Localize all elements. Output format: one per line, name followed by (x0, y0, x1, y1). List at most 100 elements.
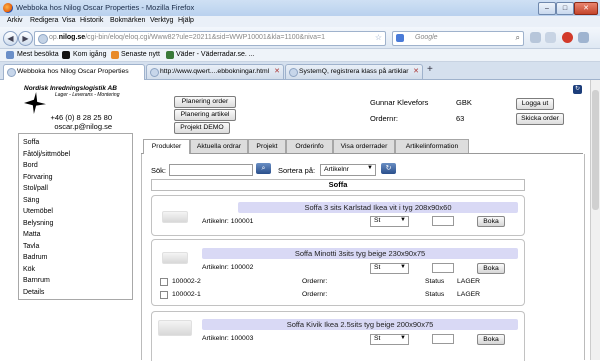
book-button[interactable]: Boka (477, 216, 505, 227)
chevron-down-icon: ▼ (400, 335, 406, 341)
category-item[interactable]: Bord (23, 162, 38, 169)
item-id: 100002-2 (172, 278, 201, 285)
sort-label: Sortera på: (278, 166, 316, 175)
category-item[interactable]: Utemöbel (23, 208, 53, 215)
item-checkbox[interactable] (160, 278, 168, 286)
quantity-input[interactable] (432, 216, 454, 226)
scrollbar-thumb[interactable] (592, 90, 599, 210)
page-scrollbar[interactable] (590, 80, 600, 360)
chevron-down-icon: ▼ (400, 264, 406, 270)
unit-select[interactable]: St ▼ (370, 216, 409, 227)
category-item[interactable]: Badrum (23, 254, 48, 261)
minimize-button[interactable]: – (538, 2, 556, 15)
menu-historik[interactable]: Historik (80, 17, 103, 24)
tab-label: http://www.qwert....ebbokningar.html (160, 68, 270, 75)
addon-icon[interactable] (562, 32, 573, 43)
project-demo-button[interactable]: Projekt DEMO (174, 122, 230, 134)
search-label: Sök: (151, 166, 167, 175)
user-code: GBK (456, 98, 472, 107)
sort-select[interactable]: Artikelnr ▼ (320, 164, 376, 176)
unit-select[interactable]: St ▼ (370, 334, 409, 345)
menu-hjalp[interactable]: Hjälp (178, 17, 194, 24)
menu-verktyg[interactable]: Verktyg (150, 17, 173, 24)
category-item[interactable]: Förvaring (23, 174, 53, 181)
category-item[interactable]: Säng (23, 197, 39, 204)
product-search-input[interactable] (169, 164, 253, 176)
search-icon[interactable]: ⌕ (516, 33, 520, 43)
unit-select[interactable]: St ▼ (370, 263, 409, 274)
contact-info: +46 (0) 8 28 25 80 oscar.p@nilog.se (48, 113, 112, 131)
chevron-down-icon: ▼ (367, 165, 373, 171)
planning-article-button[interactable]: Planering artikel (174, 109, 236, 121)
product-image[interactable] (158, 320, 192, 336)
close-window-button[interactable]: ✕ (574, 2, 598, 15)
tab-visa-orderrader[interactable]: Visa orderrader (333, 139, 395, 153)
category-item[interactable]: Matta (23, 231, 41, 238)
item-order-label: Ordernr: (302, 278, 328, 285)
browser-tab[interactable]: Webboka hos Nilog Oscar Properties (3, 64, 145, 80)
bookmark-get-started[interactable]: Kom igång (73, 51, 106, 58)
category-item[interactable]: Belysning (23, 220, 53, 227)
menu-bokmarken[interactable]: Bokmärken (110, 17, 145, 24)
download-icon[interactable] (545, 32, 556, 43)
article-number: Artikelnr: 100001 (202, 218, 254, 225)
product-title[interactable]: Soffa Minotti 3sits tyg beige 230x90x75 (202, 248, 518, 259)
menu-visa[interactable]: Visa (62, 17, 76, 24)
search-icon[interactable]: ⌕ (256, 163, 271, 174)
company-name: Nordisk Inredningslogistik AB (24, 85, 117, 92)
category-item[interactable]: Kök (23, 266, 35, 273)
category-item[interactable]: Stol/pall (23, 185, 48, 192)
refresh-icon[interactable]: ↻ (381, 163, 396, 174)
chevron-down-icon: ▼ (400, 217, 406, 223)
google-icon (396, 34, 404, 42)
bookmark-icon (166, 51, 174, 59)
tab-artikelinformation[interactable]: Artikelinformation (395, 139, 469, 153)
bookmark-most-visited[interactable]: Mest besökta (17, 51, 59, 58)
browser-tab[interactable]: SystemQ, registrera klass på artiklar i … (285, 64, 423, 79)
maximize-button[interactable]: □ (556, 2, 574, 15)
item-checkbox[interactable] (160, 291, 168, 299)
category-item[interactable]: Barnrum (23, 277, 50, 284)
tab-label: SystemQ, registrera klass på artiklar i … (299, 68, 410, 75)
bookmark-latest-news[interactable]: Senaste nytt (121, 51, 160, 58)
send-order-button[interactable]: Skicka order (516, 113, 564, 125)
category-item[interactable]: Details (23, 289, 44, 296)
bookmark-weather[interactable]: Väder - Väderradar.se. ... (176, 51, 255, 58)
search-bar[interactable]: Google ⌕ (392, 31, 524, 46)
category-item[interactable]: Fåtölj/sittmöbel (23, 151, 70, 158)
help-icon[interactable]: ↻ (573, 85, 582, 94)
book-button[interactable]: Boka (477, 263, 505, 274)
home-icon[interactable] (530, 32, 541, 43)
planning-order-button[interactable]: Planering order (174, 96, 236, 108)
tab-projekt[interactable]: Projekt (248, 139, 286, 153)
product-image[interactable] (162, 211, 188, 223)
unit-value: St (374, 335, 381, 342)
forward-icon[interactable]: ▶ (18, 31, 33, 46)
book-button[interactable]: Boka (477, 334, 505, 345)
product-title[interactable]: Soffa Kivik Ikea 2.5sits tyg beige 200x9… (202, 319, 518, 330)
bookmark-icon (62, 51, 70, 59)
category-item[interactable]: Tavla (23, 243, 39, 250)
bookmark-star-icon[interactable]: ☆ (375, 33, 382, 42)
quantity-input[interactable] (432, 263, 454, 273)
quantity-input[interactable] (432, 334, 454, 344)
tab-close-icon[interactable]: ✕ (274, 65, 280, 79)
tab-aktuella-ordrar[interactable]: Aktuella ordrar (190, 139, 248, 153)
url-bar[interactable]: op.nilog.se/cgi-bin/eloq/eloq.cgi/Www82?… (34, 31, 386, 46)
toolbar-menu-icon[interactable] (578, 32, 589, 43)
product-title[interactable]: Soffa 3 sits Karlstad Ikea vit i tyg 208… (238, 202, 518, 213)
browser-tab[interactable]: http://www.qwert....ebbokningar.html ✕ (146, 64, 284, 79)
company-tagline: Lager - Leverans - Montering (55, 92, 120, 98)
tab-orderinfo[interactable]: Orderinfo (286, 139, 333, 153)
tab-produkter[interactable]: Produkter (143, 139, 190, 154)
logout-button[interactable]: Logga ut (516, 98, 554, 110)
menu-arkiv[interactable]: Arkiv (7, 17, 23, 24)
new-tab-button[interactable]: + (427, 64, 433, 75)
back-icon[interactable]: ◀ (3, 31, 18, 46)
content-tabs: Produkter Aktuella ordrar Projekt Orderi… (141, 139, 583, 154)
tab-close-icon[interactable]: ✕ (413, 65, 419, 79)
category-item[interactable]: Soffa (23, 139, 39, 146)
product-image[interactable] (162, 252, 188, 264)
menu-redigera[interactable]: Redigera (30, 17, 58, 24)
sort-select-value: Artikelnr (324, 166, 349, 173)
